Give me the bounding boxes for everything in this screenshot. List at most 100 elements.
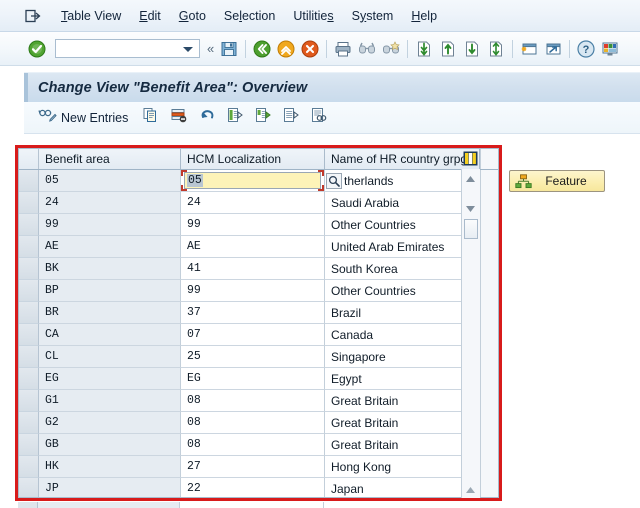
cell-benefit-area[interactable]: EG — [39, 368, 181, 390]
header-row-selector[interactable] — [19, 149, 39, 169]
details-button[interactable] — [306, 107, 332, 129]
cell-hcm-localization[interactable]: 05 — [181, 170, 325, 192]
cell-hr-country-grouping[interactable]: Hong Kong — [325, 456, 480, 478]
table-row[interactable]: 05 05 therlands — [19, 170, 498, 192]
cell-hcm-localization[interactable]: 08 — [181, 434, 325, 456]
magnifier-search-help-icon[interactable] — [326, 173, 342, 189]
next-page-button[interactable] — [461, 38, 483, 60]
table-row[interactable]: JP 22 Japan — [19, 478, 498, 497]
back-button[interactable] — [251, 38, 273, 60]
table-vertical-scrollbar[interactable] — [461, 169, 480, 499]
row-selector[interactable] — [19, 434, 39, 456]
menu-item-selection[interactable]: Selection — [215, 7, 284, 25]
cell-hr-country-grouping[interactable]: Great Britain — [325, 412, 480, 434]
cell-benefit-area[interactable]: CA — [39, 324, 181, 346]
exit-button[interactable] — [275, 38, 297, 60]
menu-item-utilities[interactable]: Utilities — [284, 7, 342, 25]
row-selector[interactable] — [19, 170, 39, 192]
table-row[interactable]: G1 08 Great Britain — [19, 390, 498, 412]
cell-benefit-area[interactable]: AE — [39, 236, 181, 258]
cell-hcm-localization[interactable]: 25 — [181, 346, 325, 368]
find-next-button[interactable] — [380, 38, 402, 60]
cell-hcm-localization[interactable]: AE — [181, 236, 325, 258]
cell-hr-country-grouping[interactable]: Other Countries — [325, 214, 480, 236]
cell-benefit-area[interactable]: HK — [39, 456, 181, 478]
row-selector[interactable] — [19, 368, 39, 390]
cell-benefit-area[interactable]: CL — [39, 346, 181, 368]
cell-hcm-localization[interactable]: 41 — [181, 258, 325, 280]
cell-benefit-area[interactable]: 24 — [39, 192, 181, 214]
delete-button[interactable] — [166, 107, 192, 129]
menu-item-help[interactable]: Help — [402, 7, 446, 25]
menu-item-table-view[interactable]: Table View — [52, 7, 130, 25]
cell-benefit-area[interactable]: JP — [39, 478, 181, 497]
create-session-button[interactable] — [518, 38, 540, 60]
table-row[interactable]: 24 24 Saudi Arabia — [19, 192, 498, 214]
cell-hr-country-grouping[interactable]: Brazil — [325, 302, 480, 324]
double-chevron-left-icon[interactable]: « — [207, 41, 214, 56]
row-selector[interactable] — [19, 302, 39, 324]
cell-hcm-localization[interactable]: 24 — [181, 192, 325, 214]
row-selector[interactable] — [19, 478, 39, 497]
chevron-down-icon[interactable] — [183, 46, 193, 52]
row-selector[interactable] — [19, 192, 39, 214]
save-button[interactable] — [218, 38, 240, 60]
table-row[interactable]: EG EG Egypt — [19, 368, 498, 390]
cell-benefit-area[interactable]: 05 — [39, 170, 181, 192]
cell-benefit-area[interactable]: G2 — [39, 412, 181, 434]
cell-benefit-area[interactable]: 99 — [39, 214, 181, 236]
copy-as-button[interactable] — [138, 107, 164, 129]
row-selector[interactable] — [19, 214, 39, 236]
table-row[interactable]: G2 08 Great Britain — [19, 412, 498, 434]
previous-page-button[interactable] — [437, 38, 459, 60]
table-row[interactable]: CL 25 Singapore — [19, 346, 498, 368]
print-button[interactable] — [332, 38, 354, 60]
menu-item-goto[interactable]: Goto — [170, 7, 215, 25]
menu-item-system[interactable]: System — [343, 7, 403, 25]
display-change-button[interactable]: New Entries — [34, 107, 136, 129]
cell-hr-country-grouping[interactable]: Other Countries — [325, 280, 480, 302]
table-row[interactable]: BK 41 South Korea — [19, 258, 498, 280]
scroll-bottom-up-arrow-icon[interactable] — [463, 482, 478, 497]
cell-benefit-area[interactable]: BK — [39, 258, 181, 280]
scroll-down-arrow-icon[interactable] — [463, 201, 478, 216]
table-row[interactable]: BR 37 Brazil — [19, 302, 498, 324]
layout-customize-icon[interactable] — [599, 38, 621, 60]
menu-item-edit[interactable]: Edit — [130, 7, 170, 25]
cell-hr-country-grouping[interactable]: South Korea — [325, 258, 480, 280]
row-selector[interactable] — [19, 236, 39, 258]
table-row[interactable]: 99 99 Other Countries — [19, 214, 498, 236]
cell-hcm-localization[interactable]: 08 — [181, 390, 325, 412]
cell-hcm-localization[interactable]: 99 — [181, 214, 325, 236]
column-header-hcm-localization[interactable]: HCM Localization — [181, 149, 325, 169]
find-button[interactable] — [356, 38, 378, 60]
select-all-button[interactable] — [222, 107, 248, 129]
column-header-hr-country-grouping[interactable]: Name of HR country grpg — [325, 149, 480, 169]
scrollbar-thumb[interactable] — [464, 219, 478, 239]
cell-benefit-area[interactable]: G1 — [39, 390, 181, 412]
table-row[interactable]: GB 08 Great Britain — [19, 434, 498, 456]
cell-hcm-localization[interactable]: EG — [181, 368, 325, 390]
cell-hr-country-grouping[interactable]: Great Britain — [325, 390, 480, 412]
cell-hcm-localization[interactable]: 27 — [181, 456, 325, 478]
select-block-button[interactable] — [250, 107, 276, 129]
table-row[interactable]: HK 27 Hong Kong — [19, 456, 498, 478]
cell-hcm-localization[interactable]: 07 — [181, 324, 325, 346]
cell-hcm-localization[interactable]: 22 — [181, 478, 325, 497]
scroll-up-arrow-icon[interactable] — [463, 171, 478, 186]
cell-hr-country-grouping[interactable]: Egypt — [325, 368, 480, 390]
hcm-localization-input[interactable]: 05 — [184, 172, 321, 189]
cell-hcm-localization[interactable]: 37 — [181, 302, 325, 324]
cell-hcm-localization[interactable]: 08 — [181, 412, 325, 434]
row-selector[interactable] — [19, 390, 39, 412]
row-selector[interactable] — [19, 258, 39, 280]
row-selector[interactable] — [19, 346, 39, 368]
feature-button[interactable]: Feature — [509, 170, 605, 192]
row-selector[interactable] — [19, 456, 39, 478]
green-check-enter-icon[interactable] — [26, 38, 48, 60]
cell-hr-country-grouping[interactable]: Singapore — [325, 346, 480, 368]
cell-hcm-localization[interactable]: 99 — [181, 280, 325, 302]
cell-benefit-area[interactable]: BR — [39, 302, 181, 324]
cell-hr-country-grouping[interactable]: Japan — [325, 478, 480, 497]
cell-hr-country-grouping[interactable]: therlands — [325, 170, 480, 192]
